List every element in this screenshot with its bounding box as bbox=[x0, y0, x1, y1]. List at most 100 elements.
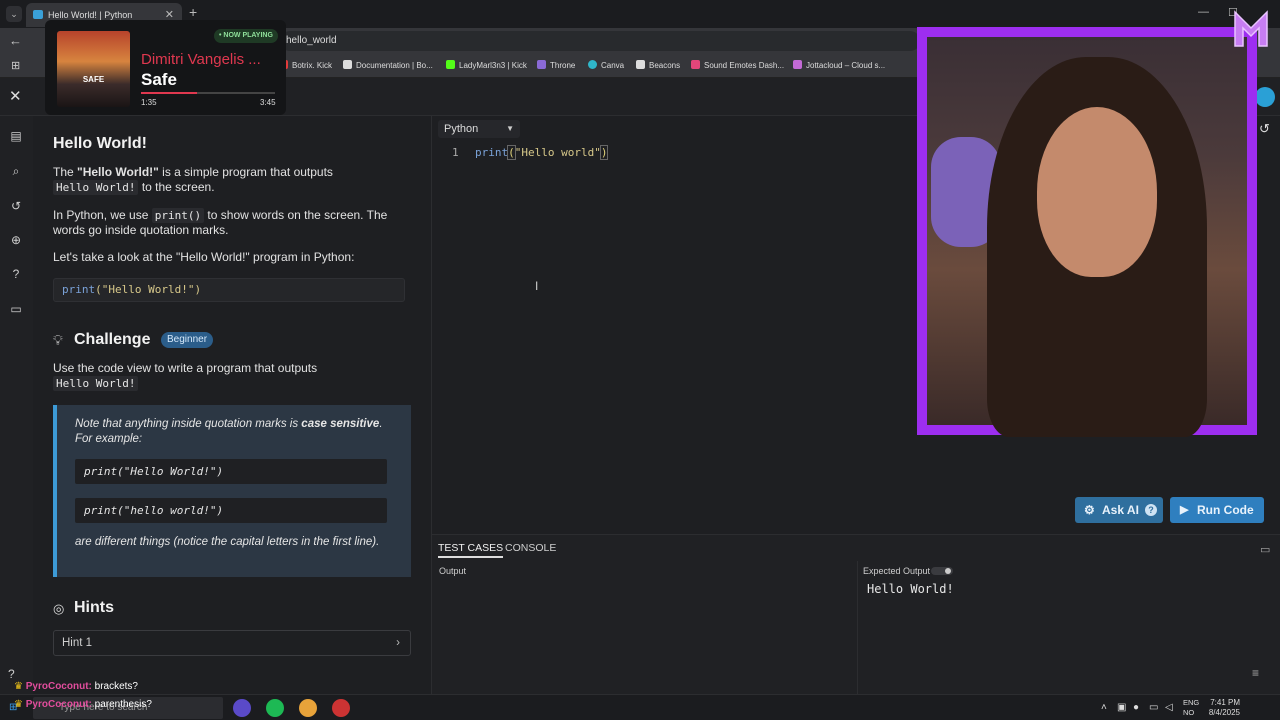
panel-toggle-icon[interactable]: ▭ bbox=[1260, 543, 1270, 556]
bookmark-favicon-icon bbox=[793, 60, 802, 69]
microphone-icon[interactable]: ● bbox=[1133, 702, 1139, 713]
clock-time: 7:41 PM bbox=[1210, 698, 1240, 707]
line-number: 1 bbox=[452, 146, 459, 159]
obs-icon[interactable] bbox=[332, 699, 350, 717]
question-icon: ? bbox=[1145, 504, 1157, 516]
tray-app-icon[interactable]: ▣ bbox=[1117, 702, 1126, 713]
print-text: In Python, we use bbox=[53, 208, 152, 222]
feedback-icon[interactable]: ▭ bbox=[8, 301, 24, 317]
minimize-window-button[interactable]: — bbox=[1198, 6, 1209, 18]
screen: ⌄ Hello World! | Python ✕ + — ☐ ← hello_… bbox=[0, 0, 1280, 720]
chrome-icon[interactable] bbox=[299, 699, 317, 717]
note-bold: case sensitive bbox=[301, 418, 380, 430]
note-callout: Note that anything inside quotation mark… bbox=[53, 405, 411, 577]
bookmark-favicon-icon bbox=[343, 60, 352, 69]
intro-text: The bbox=[53, 165, 78, 179]
robot-icon: ⚙ bbox=[1084, 503, 1095, 517]
run-code-label: Run Code bbox=[1197, 503, 1254, 517]
badge-icon: ♛ bbox=[14, 681, 23, 692]
language-indicator[interactable]: ENG NO bbox=[1183, 698, 1199, 718]
intro-bold: "Hello World!" bbox=[77, 165, 159, 179]
chat-username: PyroCoconut: bbox=[25, 681, 92, 692]
spotify-icon[interactable] bbox=[266, 699, 284, 717]
clock-date: 8/4/2025 bbox=[1208, 708, 1240, 717]
tab-title: Hello World! | Python bbox=[48, 10, 133, 20]
chevron-right-icon: › bbox=[396, 637, 400, 649]
hint-1-item[interactable]: Hint 1 › bbox=[53, 630, 411, 656]
kick-icon bbox=[446, 60, 455, 69]
bookmark[interactable]: Canva bbox=[588, 60, 624, 70]
bookmark-favicon-icon bbox=[537, 60, 546, 69]
hint-label: Hint 1 bbox=[62, 637, 93, 649]
reset-code-icon[interactable]: ↺ bbox=[1259, 121, 1270, 137]
apps-grid-icon[interactable]: ⊞ bbox=[11, 59, 20, 72]
bookmark[interactable]: Botrix. Kick bbox=[279, 60, 332, 70]
now-playing-widget: SAFE • NOW PLAYING Dimitri Vangelis ... … bbox=[45, 20, 286, 115]
language-select[interactable]: Python ▼ bbox=[438, 120, 520, 138]
ask-ai-button[interactable]: ⚙ Ask AI ? bbox=[1075, 497, 1163, 523]
note-text-part: Note that anything inside quotation mark… bbox=[75, 418, 302, 430]
chat-message: ♛ PyroCoconut: parenthesis? bbox=[14, 699, 152, 710]
chat-message: ♛ PyroCoconut: brackets? bbox=[14, 681, 138, 692]
history-icon[interactable]: ↺ bbox=[8, 198, 24, 214]
system-clock[interactable]: 7:41 PM 8/4/2025 bbox=[1206, 698, 1240, 718]
network-icon[interactable]: ▭ bbox=[1149, 702, 1158, 713]
search-doc-icon[interactable]: ⌕ bbox=[8, 163, 24, 179]
run-code-button[interactable]: ▶ Run Code bbox=[1170, 497, 1264, 523]
example-code-block: print("Hello World!") bbox=[53, 278, 405, 302]
new-tab-button[interactable]: + bbox=[189, 4, 197, 20]
chat-text: parenthesis? bbox=[94, 699, 152, 710]
bookmark[interactable]: Documentation | Bo... bbox=[343, 60, 433, 70]
tab-console[interactable]: CONSOLE bbox=[505, 542, 556, 554]
challenge-title: Challenge bbox=[74, 331, 151, 348]
lang-bottom: NO bbox=[1183, 708, 1195, 717]
lesson-title: Hello World! bbox=[53, 135, 147, 152]
artist-name: Dimitri Vangelis ... bbox=[141, 51, 261, 68]
lightbulb-icon: 💡︎ bbox=[53, 332, 63, 348]
inline-code: Hello World! bbox=[53, 180, 139, 195]
bookmark[interactable]: Sound Emotes Dash... bbox=[691, 60, 784, 70]
note-text: Note that anything inside quotation mark… bbox=[75, 417, 391, 447]
left-rail: ▤ ⌕ ↺ ⊕ ? ▭ bbox=[0, 116, 33, 694]
challenge-text: Use the code view to write a program tha… bbox=[53, 361, 318, 375]
tab-search-button[interactable]: ⌄ bbox=[6, 6, 22, 22]
language-value: Python bbox=[444, 123, 479, 135]
avatar[interactable] bbox=[1255, 87, 1275, 107]
divider bbox=[857, 561, 858, 695]
elapsed-time: 1:35 bbox=[141, 98, 157, 107]
intro-text: to the screen. bbox=[138, 180, 215, 194]
playback-progress-fill bbox=[141, 92, 198, 94]
expected-output-label: Expected Output bbox=[863, 566, 931, 576]
duration-time: 3:45 bbox=[260, 98, 276, 107]
zoom-icon[interactable]: ⊕ bbox=[8, 232, 24, 248]
chat-text: brackets? bbox=[94, 681, 138, 692]
tab-test-cases[interactable]: TEST CASES bbox=[438, 542, 504, 558]
bookmark[interactable]: LadyMarl3n3 | Kick bbox=[446, 60, 527, 70]
bookmark[interactable]: Throne bbox=[537, 60, 575, 70]
album-art-label: SAFE bbox=[82, 75, 105, 84]
intro-paragraph: The "Hello World!" is a simple program t… bbox=[53, 165, 413, 195]
bookmark[interactable]: Beacons bbox=[636, 60, 680, 70]
bookmark[interactable]: Jottacloud – Cloud s... bbox=[793, 60, 885, 70]
code-line[interactable]: print("Hello world") bbox=[475, 145, 609, 160]
help-circle-icon[interactable]: ? bbox=[8, 667, 15, 681]
volume-icon[interactable]: ◁ bbox=[1165, 702, 1173, 713]
print-paragraph: In Python, we use print() to show words … bbox=[53, 208, 413, 238]
address-bar[interactable]: hello_world bbox=[280, 31, 920, 51]
lesson-icon[interactable]: ▤ bbox=[8, 128, 24, 144]
tray-chevron-icon[interactable]: ˄ bbox=[1101, 702, 1107, 713]
album-art: SAFE bbox=[57, 31, 130, 107]
taskbar: ⊞ Type here to search ˄ ▣ ● ▭ ◁ ENG NO 7:… bbox=[0, 694, 1280, 720]
back-arrow-icon[interactable]: ← bbox=[9, 33, 22, 48]
lang-top: ENG bbox=[1183, 698, 1200, 707]
expected-output-toggle[interactable] bbox=[931, 567, 953, 575]
code-paren: ( bbox=[507, 145, 516, 160]
app-icon[interactable] bbox=[233, 699, 251, 717]
help-icon[interactable]: ? bbox=[8, 266, 24, 282]
lesson-panel: Hello World! The "Hello World!" is a sim… bbox=[33, 116, 431, 694]
close-icon[interactable]: ✕ bbox=[9, 87, 22, 105]
chevron-down-icon: ▼ bbox=[506, 124, 514, 133]
hints-title: Hints bbox=[74, 599, 114, 616]
code-string: ("Hello World!") bbox=[95, 283, 202, 296]
menu-icon[interactable]: ≡ bbox=[1252, 666, 1259, 680]
